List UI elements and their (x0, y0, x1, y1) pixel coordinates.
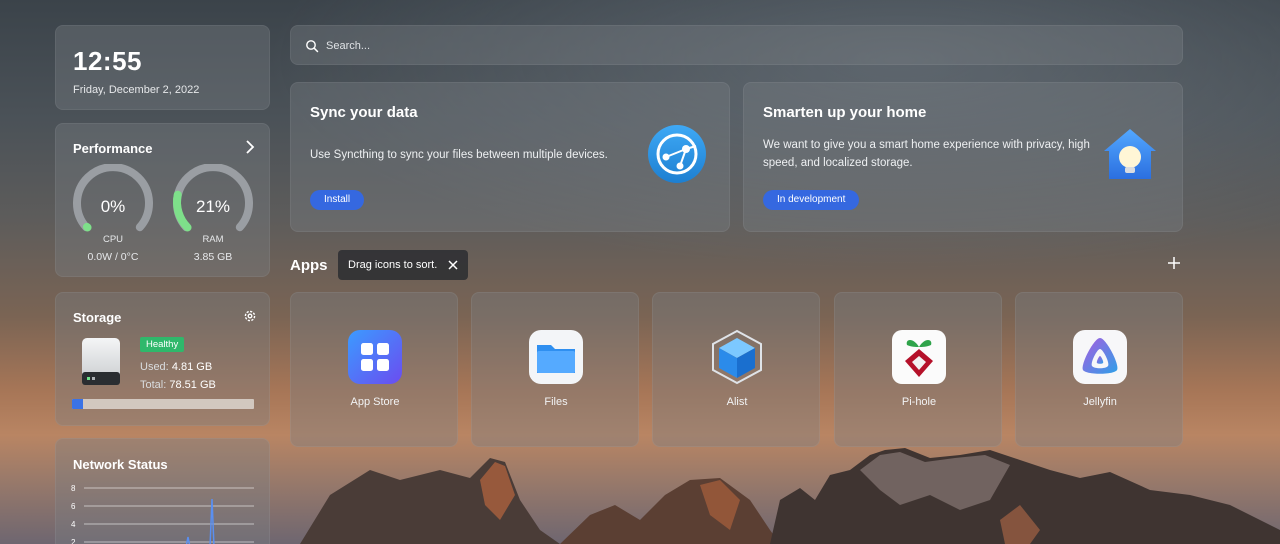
folder-icon (529, 330, 583, 384)
apps-section-title: Apps (290, 257, 328, 274)
add-icon[interactable] (1166, 255, 1182, 271)
storage-total: Total: 78.51 GB (140, 379, 216, 391)
in-development-button[interactable]: In development (763, 190, 860, 210)
y-tick: 2 (71, 538, 76, 544)
hard-drive-icon (82, 338, 120, 385)
tooltip-text: Drag icons to sort. (348, 259, 438, 271)
clock-time: 12:55 (73, 46, 142, 76)
storage-used: Used: 4.81 GB (140, 361, 213, 373)
smart-home-feature-card: Smarten up your home We want to give you… (743, 82, 1183, 232)
performance-title: Performance (73, 141, 153, 156)
app-tile-files[interactable]: Files (471, 292, 639, 447)
cpu-label: CPU (102, 234, 124, 245)
storage-title: Storage (73, 310, 122, 325)
cpu-gauge: 0% CPU (70, 163, 156, 245)
feature-description: We want to give you a smart home experie… (763, 139, 1090, 169)
ram-detail: 3.85 GB (193, 251, 233, 263)
y-tick: 8 (71, 484, 76, 493)
app-name: Pi-hole (901, 396, 937, 408)
search-icon (306, 40, 319, 53)
install-button[interactable]: Install (310, 190, 365, 210)
app-tile-app-store[interactable]: App Store (290, 292, 458, 447)
network-title: Network Status (73, 457, 168, 472)
drag-hint-tooltip: Drag icons to sort. (338, 250, 468, 280)
app-name: App Store (350, 396, 400, 408)
app-tile-pi-hole[interactable]: Pi-hole (834, 292, 1002, 447)
ram-label: RAM (202, 234, 224, 245)
close-icon[interactable] (447, 259, 459, 271)
y-tick: 6 (71, 502, 76, 511)
search-input[interactable] (326, 36, 1126, 56)
gear-icon[interactable] (243, 309, 257, 323)
ram-percent: 21% (195, 197, 231, 216)
feature-title: Smarten up your home (763, 104, 927, 121)
clock-date: Friday, December 2, 2022 (73, 84, 200, 96)
app-tile-alist[interactable]: Alist (652, 292, 820, 447)
clock-widget: 12:55 Friday, December 2, 2022 (55, 25, 270, 110)
cpu-percent: 0% (100, 197, 126, 216)
search-bar[interactable] (290, 25, 1183, 65)
app-store-icon (348, 330, 402, 384)
app-name: Jellyfin (1083, 396, 1117, 408)
app-tile-jellyfin[interactable]: Jellyfin (1015, 292, 1183, 447)
status-badge: Healthy (140, 337, 185, 352)
feature-title: Sync your data (310, 104, 418, 121)
app-name: Files (544, 396, 568, 408)
storage-usage-bar (72, 399, 254, 409)
jellyfin-icon (1073, 330, 1127, 384)
syncthing-icon (648, 125, 706, 183)
feature-description: Use Syncthing to sync your files between… (310, 149, 608, 161)
network-chart: 8 6 4 2 (71, 484, 254, 544)
cube-icon (712, 329, 762, 385)
smart-home-icon (1104, 129, 1156, 179)
ram-gauge: 21% RAM (170, 163, 256, 245)
storage-widget: Storage Healthy Used: 4.81 GB Total: 78.… (55, 292, 270, 426)
app-name: Alist (726, 396, 748, 408)
y-tick: 4 (71, 520, 76, 529)
cpu-detail: 0.0W / 0°C (87, 251, 139, 263)
chevron-right-icon[interactable] (243, 139, 257, 155)
sync-feature-card: Sync your data Use Syncthing to sync you… (290, 82, 730, 232)
network-widget: Network Status 8 6 4 2 (55, 438, 270, 544)
raspberry-icon (892, 330, 946, 384)
performance-widget: Performance 0% CPU 0.0W / 0°C 21% RAM 3.… (55, 123, 270, 277)
